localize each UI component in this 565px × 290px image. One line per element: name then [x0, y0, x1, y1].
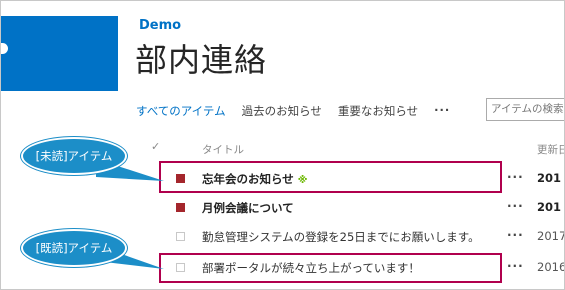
read-item-highlight [159, 253, 502, 283]
unread-items-callout: [未読]アイテム [21, 137, 127, 175]
item-title[interactable]: 月例会議について [202, 200, 294, 216]
view-tabs: すべてのアイテム 過去のお知らせ 重要なお知らせ ··· [136, 103, 466, 119]
read-marker-icon [176, 232, 185, 241]
more-views-button[interactable]: ··· [434, 103, 450, 119]
item-date: 2017 [537, 229, 565, 243]
site-logo[interactable] [1, 16, 118, 91]
tab-all-items[interactable]: すべてのアイテム [136, 103, 226, 119]
page-title: 部内連絡 [135, 41, 268, 79]
tab-past-notices[interactable]: 過去のお知らせ [242, 103, 322, 119]
item-menu-button[interactable]: ··· [507, 199, 524, 213]
item-menu-button[interactable]: ··· [507, 228, 524, 242]
column-header-title[interactable]: タイトル [202, 142, 244, 157]
read-items-callout: [既読]アイテム [21, 229, 127, 267]
site-name-link[interactable]: Demo [139, 18, 181, 33]
list-item[interactable]: 勤怠管理システムの登録を25日までにお願いします。 ··· 2017 [161, 227, 565, 247]
column-header-modified[interactable]: 更新日 [537, 142, 564, 157]
item-menu-button[interactable]: ··· [507, 259, 524, 273]
list-item[interactable]: 月例会議について ··· 201 [161, 198, 564, 218]
search-input[interactable]: アイテムの検索 [486, 98, 564, 121]
unread-item-highlight [159, 161, 502, 193]
item-date: 2016 [537, 260, 565, 274]
item-date: 201 [537, 171, 562, 185]
item-menu-button[interactable]: ··· [507, 170, 524, 184]
tab-important-notices[interactable]: 重要なお知らせ [338, 103, 418, 119]
item-title[interactable]: 勤怠管理システムの登録を25日までにお願いします。 [202, 229, 480, 245]
sharepoint-list-page: Demo 部内連絡 すべてのアイテム 過去のお知らせ 重要なお知らせ ··· ア… [0, 0, 565, 290]
unread-marker-icon [176, 203, 185, 212]
item-date: 201 [537, 200, 562, 214]
